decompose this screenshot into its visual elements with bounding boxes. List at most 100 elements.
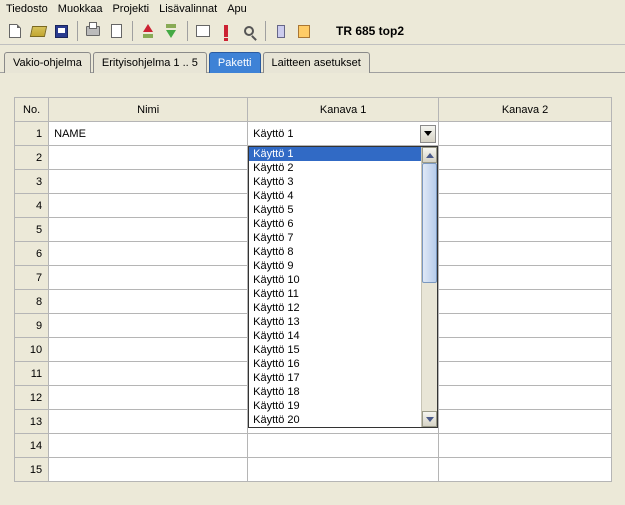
cell-kanava2[interactable] (439, 146, 612, 170)
row-number[interactable]: 4 (15, 194, 49, 218)
cell-kanava2[interactable] (439, 194, 612, 218)
dropdown-option[interactable]: Käyttö 6 (249, 217, 421, 231)
cell-kanava2[interactable] (439, 434, 612, 458)
cell-kanava2[interactable] (439, 266, 612, 290)
cell-kanava2[interactable] (439, 338, 612, 362)
cell-name[interactable]: NAME (49, 122, 248, 146)
menu-help[interactable]: Apu (227, 3, 247, 15)
cell-name[interactable] (49, 170, 248, 194)
dropdown-option[interactable]: Käyttö 13 (249, 315, 421, 329)
scroll-up-button[interactable] (422, 147, 437, 163)
cell-name[interactable] (49, 242, 248, 266)
dropdown-scrollbar[interactable] (421, 147, 437, 427)
warning-button[interactable] (215, 20, 237, 42)
dropdown-option[interactable]: Käyttö 12 (249, 301, 421, 315)
col-header-no[interactable]: No. (15, 98, 49, 122)
row-number[interactable]: 14 (15, 434, 49, 458)
dropdown-option[interactable]: Käyttö 4 (249, 189, 421, 203)
dropdown-option[interactable]: Käyttö 9 (249, 259, 421, 273)
save-button[interactable] (50, 20, 72, 42)
cell-kanava2[interactable] (439, 218, 612, 242)
cell-kanava1[interactable] (248, 434, 439, 458)
row-number[interactable]: 9 (15, 314, 49, 338)
dropdown-option[interactable]: Käyttö 11 (249, 287, 421, 301)
tab-laitteen[interactable]: Laitteen asetukset (263, 52, 370, 73)
dropdown-option[interactable]: Käyttö 2 (249, 161, 421, 175)
col-header-k2[interactable]: Kanava 2 (439, 98, 612, 122)
cell-kanava2[interactable] (439, 170, 612, 194)
kanava1-dropdown[interactable]: Käyttö 1 (248, 122, 438, 145)
dropdown-option[interactable]: Käyttö 17 (249, 371, 421, 385)
search-button[interactable] (238, 20, 260, 42)
row-number[interactable]: 6 (15, 242, 49, 266)
cell-kanava2[interactable] (439, 362, 612, 386)
cell-kanava1[interactable]: Käyttö 1Käyttö 1Käyttö 2Käyttö 3Käyttö 4… (248, 122, 439, 146)
cell-kanava2[interactable] (439, 242, 612, 266)
new-button[interactable] (4, 20, 26, 42)
row-number[interactable]: 12 (15, 386, 49, 410)
cell-kanava2[interactable] (439, 386, 612, 410)
print-button[interactable] (82, 20, 104, 42)
col-header-name[interactable]: Nimi (49, 98, 248, 122)
dropdown-option[interactable]: Käyttö 3 (249, 175, 421, 189)
tab-erityis[interactable]: Erityisohjelma 1 .. 5 (93, 52, 207, 73)
dropdown-option[interactable]: Käyttö 15 (249, 343, 421, 357)
dropdown-option[interactable]: Käyttö 5 (249, 203, 421, 217)
col-header-k1[interactable]: Kanava 1 (248, 98, 439, 122)
cell-name[interactable] (49, 410, 248, 434)
row-number[interactable]: 15 (15, 458, 49, 482)
cell-kanava2[interactable] (439, 410, 612, 434)
cell-name[interactable] (49, 194, 248, 218)
row-number[interactable]: 3 (15, 170, 49, 194)
cell-kanava2[interactable] (439, 290, 612, 314)
dropdown-option[interactable]: Käyttö 14 (249, 329, 421, 343)
row-number[interactable]: 11 (15, 362, 49, 386)
row-number[interactable]: 10 (15, 338, 49, 362)
download-button[interactable] (160, 20, 182, 42)
row-number[interactable]: 8 (15, 290, 49, 314)
tool-a-button[interactable] (270, 20, 292, 42)
dropdown-toggle-button[interactable] (420, 125, 436, 143)
row-number[interactable]: 13 (15, 410, 49, 434)
cell-name[interactable] (49, 386, 248, 410)
dropdown-option[interactable]: Käyttö 10 (249, 273, 421, 287)
row-number[interactable]: 5 (15, 218, 49, 242)
menu-project[interactable]: Projekti (112, 3, 149, 15)
tool-b-button[interactable] (293, 20, 315, 42)
cell-kanava2[interactable] (439, 458, 612, 482)
row-number[interactable]: 1 (15, 122, 49, 146)
menu-options[interactable]: Lisävalinnat (159, 3, 217, 15)
cell-name[interactable] (49, 434, 248, 458)
cell-name[interactable] (49, 458, 248, 482)
cell-kanava2[interactable] (439, 314, 612, 338)
cell-name[interactable] (49, 314, 248, 338)
scroll-down-button[interactable] (422, 411, 437, 427)
cell-name[interactable] (49, 266, 248, 290)
dropdown-option[interactable]: Käyttö 18 (249, 385, 421, 399)
dropdown-option[interactable]: Käyttö 20 (249, 413, 421, 427)
dropdown-option[interactable]: Käyttö 1 (249, 147, 421, 161)
dropdown-option[interactable]: Käyttö 16 (249, 357, 421, 371)
dropdown-option[interactable]: Käyttö 8 (249, 245, 421, 259)
open-button[interactable] (27, 20, 49, 42)
cell-name[interactable] (49, 290, 248, 314)
tab-vakio[interactable]: Vakio-ohjelma (4, 52, 91, 73)
dropdown-option[interactable]: Käyttö 19 (249, 399, 421, 413)
cell-name[interactable] (49, 362, 248, 386)
cell-name[interactable] (49, 146, 248, 170)
scroll-thumb[interactable] (422, 163, 437, 283)
upload-button[interactable] (137, 20, 159, 42)
language-button[interactable] (192, 20, 214, 42)
cell-kanava2[interactable] (439, 122, 612, 146)
cell-name[interactable] (49, 338, 248, 362)
dropdown-option[interactable]: Käyttö 7 (249, 231, 421, 245)
menu-file[interactable]: Tiedosto (6, 3, 48, 15)
menu-edit[interactable]: Muokkaa (58, 3, 103, 15)
tab-paketti[interactable]: Paketti (209, 52, 261, 73)
row-number[interactable]: 7 (15, 266, 49, 290)
cell-kanava1[interactable] (248, 458, 439, 482)
print-preview-button[interactable] (105, 20, 127, 42)
row-number[interactable]: 2 (15, 146, 49, 170)
scroll-track[interactable] (422, 163, 437, 411)
cell-name[interactable] (49, 218, 248, 242)
